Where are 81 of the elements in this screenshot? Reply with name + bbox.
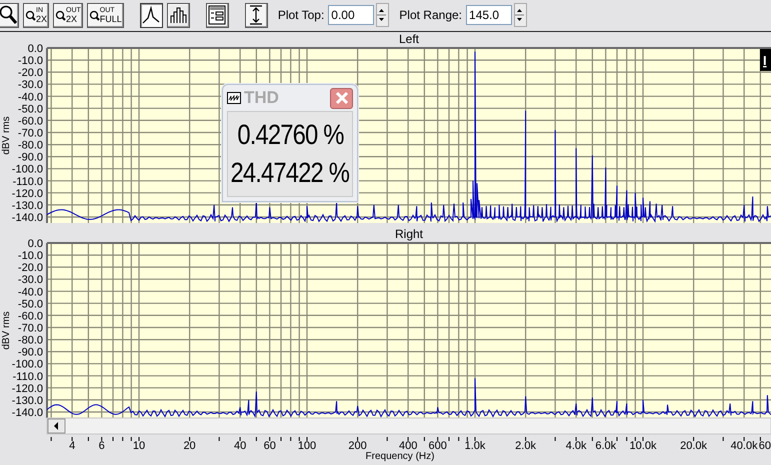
toolbar-button[interactable] xyxy=(140,2,163,28)
tick-label: -90.0 xyxy=(18,152,43,164)
tick-label: -60.0 xyxy=(18,310,43,322)
tick-label: 0.0 xyxy=(28,238,43,250)
axis-label: dBV rms xyxy=(1,311,12,350)
tick-label: -50.0 xyxy=(18,298,43,310)
magnifier-icon xyxy=(55,10,66,20)
scrollbar[interactable] xyxy=(46,418,771,435)
tick-label: 600 xyxy=(428,440,447,452)
tick-label: 0.0 xyxy=(28,43,43,55)
tick-label: -130.0 xyxy=(12,394,43,407)
tick-label: -20.0 xyxy=(18,262,43,274)
thd-reading: 0.42760 % xyxy=(236,118,344,152)
tick-label: -140.0 xyxy=(12,407,43,419)
tick-label: -80.0 xyxy=(18,334,43,347)
scroll-left-button[interactable] xyxy=(48,418,66,434)
tick-label: -120.0 xyxy=(12,188,43,200)
tick-label: -30.0 xyxy=(18,79,43,92)
tick-label: 6.0k xyxy=(595,440,616,452)
line-graph-icon xyxy=(142,6,160,24)
spin-button[interactable] xyxy=(514,3,528,27)
tick-label: 20.0k xyxy=(680,440,708,452)
tick-label: 40.0k xyxy=(730,440,758,452)
tick-label: 40 xyxy=(234,440,246,452)
tick-label: -20.0 xyxy=(18,67,43,80)
axis-label: dBV rms xyxy=(1,116,12,155)
tick-label: -10.0 xyxy=(18,250,43,262)
chart-title: Right xyxy=(395,228,423,241)
toolbar-button[interactable] xyxy=(206,2,229,28)
marker-label: I xyxy=(760,49,771,71)
panel-icon xyxy=(208,5,226,25)
chart-title: Left xyxy=(399,32,419,46)
tick-label: 2.0k xyxy=(515,440,536,452)
tick-label: -50.0 xyxy=(18,103,43,116)
tick-label: -110.0 xyxy=(12,370,43,383)
wave-icon xyxy=(227,92,241,104)
tick-label: -90.0 xyxy=(18,346,43,359)
spin-button[interactable] xyxy=(376,3,390,27)
tick-label: 6 xyxy=(98,440,105,452)
toolbar-button[interactable] xyxy=(166,2,190,28)
magnifier-icon xyxy=(0,5,16,25)
tick-label: -80.0 xyxy=(18,140,43,152)
tick-label: 10 xyxy=(132,440,146,452)
thd-reading: 24.47422 % xyxy=(230,156,350,190)
tick-label: -40.0 xyxy=(18,91,43,104)
magnifier-icon xyxy=(25,10,36,20)
tick-label: 200 xyxy=(348,440,367,452)
plot-top-label: Plot Top: xyxy=(278,8,324,22)
tick-label: -10.0 xyxy=(18,55,43,68)
tick-label: -70.0 xyxy=(18,128,43,140)
tick-label: -30.0 xyxy=(18,274,43,286)
tick-label: 4 xyxy=(69,440,76,452)
plot-range-label: Plot Range: xyxy=(399,8,462,22)
tick-label: 10.0k xyxy=(630,440,656,452)
close-button[interactable] xyxy=(330,88,353,108)
tick-label: 400 xyxy=(398,440,418,452)
plot-top-field[interactable]: 0.00 xyxy=(328,5,374,25)
tick-label: -100.0 xyxy=(12,164,43,176)
window-title: THD xyxy=(244,88,280,108)
tick-label: -110.0 xyxy=(12,176,43,188)
tick-label: -130.0 xyxy=(12,200,43,212)
tick-label: -140.0 xyxy=(12,212,43,224)
toolbar-button[interactable] xyxy=(244,2,268,28)
tick-label: 4.0k xyxy=(566,440,587,452)
axis-label: Frequency (Hz) xyxy=(366,451,434,462)
tick-label: 60 xyxy=(264,440,276,452)
tick-label: 100 xyxy=(298,440,316,452)
tick-label: 20 xyxy=(183,440,196,452)
tick-label: -60.0 xyxy=(18,115,43,128)
magnifier-icon xyxy=(88,10,100,20)
toolbar-button[interactable] xyxy=(0,2,19,28)
bar-graph-icon xyxy=(169,6,188,24)
vertical-arrows-icon xyxy=(248,5,264,25)
tick-label: -120.0 xyxy=(12,382,43,395)
tick-label: -100.0 xyxy=(12,358,43,371)
plot-range-field[interactable]: 145.0 xyxy=(466,5,512,25)
tick-label: -70.0 xyxy=(18,322,43,334)
tick-label: -40.0 xyxy=(18,286,43,298)
close-icon xyxy=(334,91,348,105)
tick-label: 60 xyxy=(758,440,771,452)
tick-label: 1.0k xyxy=(464,440,486,452)
